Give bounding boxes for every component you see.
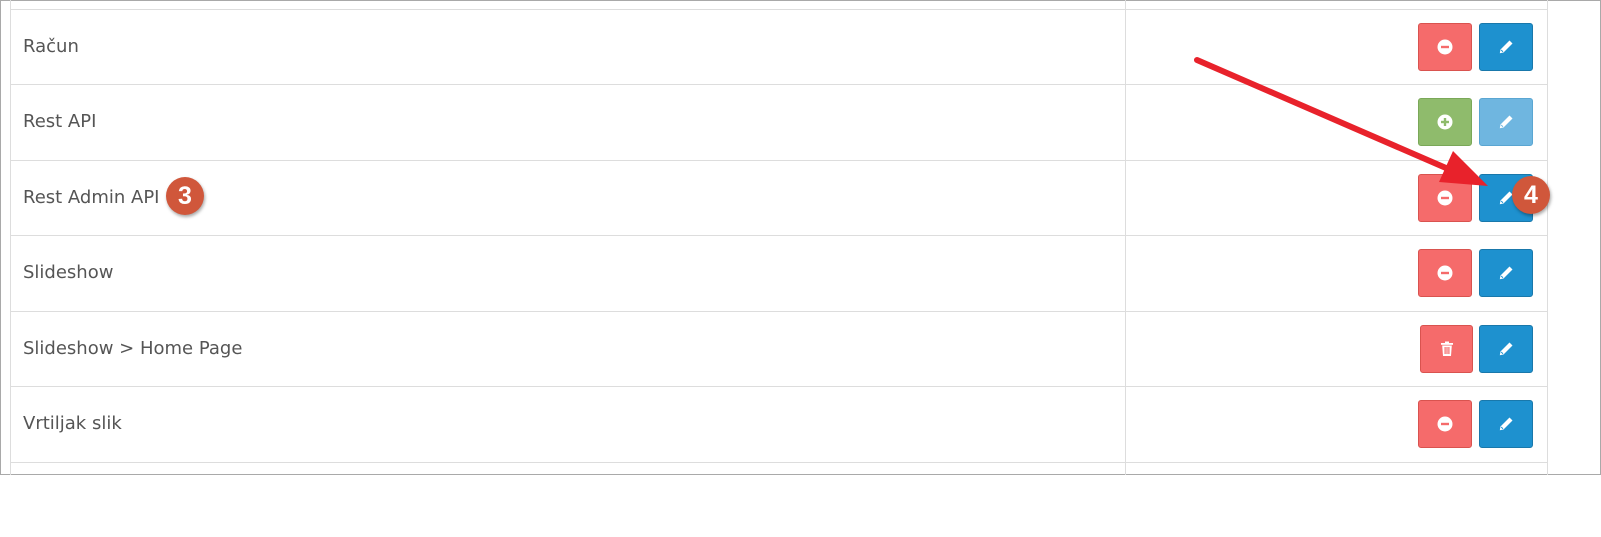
- uninstall-button[interactable]: [1418, 400, 1472, 448]
- edit-button[interactable]: [1479, 23, 1533, 71]
- uninstall-button[interactable]: [1418, 249, 1472, 297]
- pencil-icon: [1499, 266, 1513, 280]
- step-badge-3: 3: [166, 177, 204, 215]
- extension-name: Slideshow > Home Page: [23, 338, 243, 359]
- pencil-icon: [1499, 417, 1513, 431]
- uninstall-button[interactable]: [1418, 174, 1472, 222]
- table-row: [11, 0, 1547, 9]
- minus-circle-icon: [1437, 265, 1453, 281]
- table-row: Račun: [11, 9, 1547, 84]
- minus-circle-icon: [1437, 416, 1453, 432]
- minus-circle-icon: [1437, 190, 1453, 206]
- edit-button[interactable]: [1479, 325, 1533, 373]
- extension-name: Rest API: [23, 111, 97, 132]
- plus-circle-icon: [1437, 114, 1453, 130]
- extension-name: Slideshow: [23, 262, 114, 283]
- trash-icon: [1440, 341, 1453, 356]
- install-button[interactable]: [1418, 98, 1472, 146]
- table-row: Slideshow: [11, 235, 1547, 310]
- extension-name: Vrtiljak slik: [23, 413, 122, 434]
- extensions-table: Račun Rest API Rest Admin API Slideshow: [10, 0, 1548, 475]
- pencil-icon: [1499, 115, 1513, 129]
- uninstall-button[interactable]: [1418, 23, 1472, 71]
- edit-button-disabled: [1479, 98, 1533, 146]
- table-row: Rest API: [11, 84, 1547, 159]
- table-row: [11, 462, 1547, 537]
- step-badge-4: 4: [1512, 176, 1550, 214]
- minus-circle-icon: [1437, 39, 1453, 55]
- delete-button[interactable]: [1420, 325, 1473, 373]
- edit-button[interactable]: [1479, 249, 1533, 297]
- table-row: Vrtiljak slik: [11, 386, 1547, 461]
- pencil-icon: [1499, 342, 1513, 356]
- table-row: Slideshow > Home Page: [11, 311, 1547, 386]
- pencil-icon: [1499, 40, 1513, 54]
- table-row: Rest Admin API: [11, 160, 1547, 235]
- extension-name: Rest Admin API: [23, 187, 160, 208]
- extension-name: Račun: [23, 36, 79, 57]
- edit-button[interactable]: [1479, 400, 1533, 448]
